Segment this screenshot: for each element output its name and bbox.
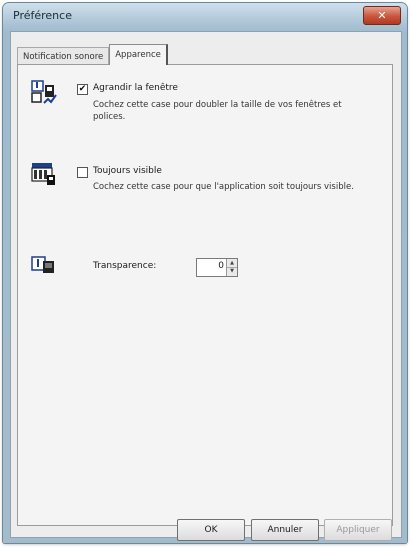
- apply-button[interactable]: Appliquer: [324, 519, 392, 541]
- always-visible-description: Cochez cette case pour que l'application…: [93, 182, 354, 192]
- transparency-label: Transparence:: [93, 261, 157, 271]
- enlarge-window-description: Cochez cette case pour doubler la taille…: [93, 100, 342, 122]
- always-visible-label: Toujours visible: [93, 166, 162, 176]
- title-bar[interactable]: Préférence ✕: [3, 3, 407, 31]
- close-icon: ✕: [377, 9, 387, 22]
- preferences-window: Préférence ✕ Notification sonore Apparen…: [3, 3, 407, 543]
- tab-notification-sonore[interactable]: Notification sonore: [17, 47, 110, 65]
- tab-label: Apparence: [115, 50, 161, 60]
- spinner-buttons: ▲ ▼: [226, 259, 237, 276]
- enlarge-window-icon: [30, 79, 58, 105]
- transparency-spinner[interactable]: 0 ▲ ▼: [196, 258, 238, 277]
- close-button[interactable]: ✕: [363, 6, 401, 25]
- check-icon: ✔: [78, 84, 87, 94]
- always-on-top-icon: [30, 160, 58, 186]
- tab-label: Notification sonore: [23, 51, 104, 62]
- transparency-value: 0: [218, 261, 224, 271]
- transparency-icon: [30, 253, 58, 279]
- tab-apparence[interactable]: Apparence: [109, 44, 168, 65]
- cancel-button[interactable]: Annuler: [251, 519, 319, 541]
- apply-label: Appliquer: [336, 525, 380, 535]
- apparence-panel: ✔ Agrandir la fenêtre Cochez cette case …: [17, 64, 393, 526]
- enlarge-window-checkbox[interactable]: ✔: [77, 84, 88, 95]
- dialog-body: Notification sonore Apparence ✔ Agrandir…: [10, 31, 402, 541]
- always-visible-checkbox[interactable]: [77, 167, 88, 178]
- window-title: Préférence: [13, 9, 72, 22]
- ok-button[interactable]: OK: [177, 519, 245, 541]
- tab-strip: Notification sonore Apparence: [17, 44, 168, 65]
- cancel-label: Annuler: [267, 525, 303, 535]
- ok-label: OK: [204, 525, 218, 535]
- spin-down-arrow-icon[interactable]: ▼: [227, 267, 237, 275]
- enlarge-window-label: Agrandir la fenêtre: [93, 83, 178, 93]
